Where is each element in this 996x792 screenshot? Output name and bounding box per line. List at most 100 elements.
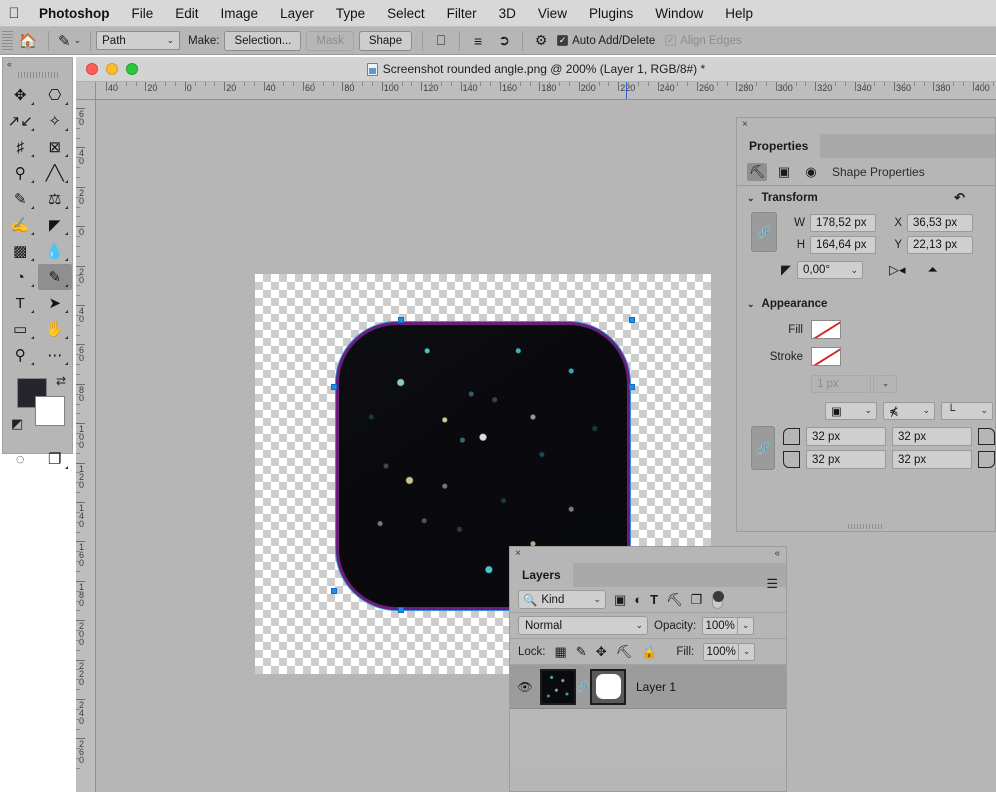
width-input[interactable]: 178,52 px [810, 214, 876, 232]
lock-position-icon[interactable]: ✥ [596, 644, 607, 660]
path-alignment-icon[interactable]: ≡ [465, 33, 491, 49]
image-properties-icon[interactable]: ▣ [774, 163, 794, 181]
toolbox-grip[interactable] [17, 72, 58, 78]
filter-toggle[interactable] [712, 590, 725, 609]
adjustment-layer-filter-icon[interactable]: ◐ [634, 592, 642, 607]
blend-mode-select[interactable]: Normal ⌄ [518, 616, 648, 635]
properties-panel-resize-grip[interactable] [737, 523, 995, 529]
close-icon[interactable]: × [742, 119, 748, 130]
menu-item-layer[interactable]: Layer [269, 6, 325, 21]
appearance-section-header[interactable]: ⌄ Appearance [737, 292, 995, 316]
gradient-tool[interactable]: ▩ [3, 238, 38, 264]
home-icon[interactable]: 🏠 [13, 32, 43, 50]
shape-properties-icon[interactable]: ⛏ [747, 162, 767, 181]
x-position-input[interactable]: 36,53 px [907, 214, 973, 232]
pen-tool[interactable]: ✎ [37, 264, 72, 290]
menu-item-image[interactable]: Image [210, 6, 270, 21]
lock-artboard-nesting-icon[interactable]: ⛏ [616, 644, 633, 660]
make-shape-button[interactable]: Shape [358, 30, 413, 51]
make-selection-button[interactable]: Selection... [224, 30, 302, 51]
close-window-button[interactable] [86, 63, 98, 75]
path-mode-select[interactable]: Path ⌄ [96, 31, 181, 50]
height-input[interactable]: 164,64 px [810, 236, 876, 254]
eyedropper-tool[interactable]: ⚲ [3, 160, 38, 186]
screen-mode-icon[interactable]: ❐ [38, 446, 73, 472]
auto-add-delete-checkbox[interactable]: ✓ Auto Add/Delete [557, 35, 655, 47]
eraser-tool[interactable]: ◤ [38, 212, 73, 238]
transform-link-wh-button[interactable]: 🔗 [751, 212, 777, 252]
menu-item-photoshop[interactable]: Photoshop [28, 6, 121, 21]
stroke-corner-select[interactable]: └ ⌄ [941, 401, 993, 420]
menu-item-select[interactable]: Select [376, 6, 436, 21]
path-operations-icon[interactable]: ⎕ [428, 32, 454, 49]
crop-tool[interactable]: ♯ [3, 134, 38, 160]
lock-all-icon[interactable]: 🔒 [641, 644, 657, 660]
ruler-corner[interactable] [76, 82, 96, 100]
dodge-tool[interactable]: ◔ [3, 264, 38, 290]
rotation-angle-input[interactable]: 0,00° ⌄ [797, 261, 863, 279]
stroke-align-select[interactable]: ▣ ⌄ [825, 401, 877, 420]
path-anchor-point[interactable] [331, 588, 337, 594]
stroke-color-swatch[interactable] [811, 347, 841, 366]
layer-thumbnail[interactable] [540, 668, 576, 705]
move-tool[interactable]: ✥ [3, 82, 38, 108]
menu-item-plugins[interactable]: Plugins [578, 6, 644, 21]
flip-vertical-icon[interactable]: ⏶ [928, 262, 938, 278]
brush-tool[interactable]: ✎ [3, 186, 38, 212]
shape-layer-filter-icon[interactable]: ⛏ [666, 592, 683, 608]
object-selection-tool[interactable]: ✧ [38, 108, 73, 134]
collapse-panel-icon[interactable]: « [774, 548, 780, 559]
zoom-tool[interactable]: ⚲ [3, 342, 38, 368]
corner-top-left-input[interactable]: 32 px [806, 427, 886, 446]
link-icon[interactable]: 🔗 [576, 680, 590, 693]
corner-bottom-right-input[interactable]: 32 px [892, 450, 972, 469]
menu-item-view[interactable]: View [527, 6, 578, 21]
layer-filter-kind-select[interactable]: 🔍 Kind ⌄ [518, 590, 606, 609]
adjustment-properties-icon[interactable]: ◉ [801, 163, 821, 181]
corner-top-right-input[interactable]: 32 px [892, 427, 972, 446]
rectangle-tool[interactable]: ▭ [3, 316, 38, 342]
type-tool[interactable]: T [3, 290, 38, 316]
pen-tool-preset-picker[interactable]: ✎ ⌄ [54, 32, 85, 50]
lock-transparent-pixels-icon[interactable]: ▦ [555, 644, 567, 660]
lasso-tool[interactable]: ↗↙ [3, 108, 38, 134]
flip-horizontal-icon[interactable]: ▷◂ [889, 262, 906, 278]
vector-mask-thumbnail[interactable] [590, 668, 626, 705]
swap-colors-icon[interactable]: ⇄ [56, 374, 66, 388]
transform-section-header[interactable]: ⌄ Transform ↶ [737, 186, 995, 210]
minimize-window-button[interactable] [106, 63, 118, 75]
menu-item-edit[interactable]: Edit [164, 6, 209, 21]
opacity-input[interactable]: 100% [702, 616, 739, 635]
path-anchor-point[interactable] [398, 607, 404, 613]
corner-bottom-left-input[interactable]: 32 px [806, 450, 886, 469]
frame-tool[interactable]: ⊠ [38, 134, 73, 160]
close-icon[interactable]: × [515, 548, 521, 559]
more-tools-icon[interactable]: ⋯ [38, 342, 73, 368]
layers-list-empty-area[interactable] [510, 709, 786, 767]
vertical-ruler[interactable]: 60 40 20 0 20 40 60 80 100 120 140 160 180 200 220 240 2… [76, 100, 96, 792]
gear-icon[interactable]: ⚙ [528, 32, 554, 49]
tab-properties[interactable]: Properties [737, 134, 821, 158]
blur-tool[interactable]: 💧 [38, 238, 73, 264]
default-colors-icon[interactable]: ◩ [11, 416, 23, 432]
menu-item-window[interactable]: Window [644, 6, 714, 21]
zoom-window-button[interactable] [126, 63, 138, 75]
type-layer-filter-icon[interactable]: T [650, 592, 658, 607]
menu-item-file[interactable]: File [121, 6, 165, 21]
rectangular-marquee-tool[interactable]: ⎔ [38, 82, 73, 108]
toolbox-collapse-icon[interactable]: « [3, 58, 72, 71]
menu-item-filter[interactable]: Filter [436, 6, 488, 21]
smart-object-filter-icon[interactable]: ❐ [691, 592, 703, 608]
panel-menu-icon[interactable]: ☰ [766, 577, 778, 590]
apple-logo-icon[interactable]:  [0, 6, 28, 21]
fill-input[interactable]: 100% [703, 642, 740, 661]
path-arrangement-icon[interactable]: ➲ [491, 32, 517, 49]
hand-tool[interactable]: ✋ [38, 316, 73, 342]
history-brush-tool[interactable]: ✍ [3, 212, 38, 238]
path-anchor-point[interactable] [331, 384, 337, 390]
lock-image-pixels-icon[interactable]: ✎ [576, 644, 587, 660]
clone-stamp-tool[interactable]: ⚖ [38, 186, 73, 212]
background-color-swatch[interactable] [35, 396, 65, 426]
layer-name-label[interactable]: Layer 1 [636, 680, 676, 694]
fill-color-swatch[interactable] [811, 320, 841, 339]
